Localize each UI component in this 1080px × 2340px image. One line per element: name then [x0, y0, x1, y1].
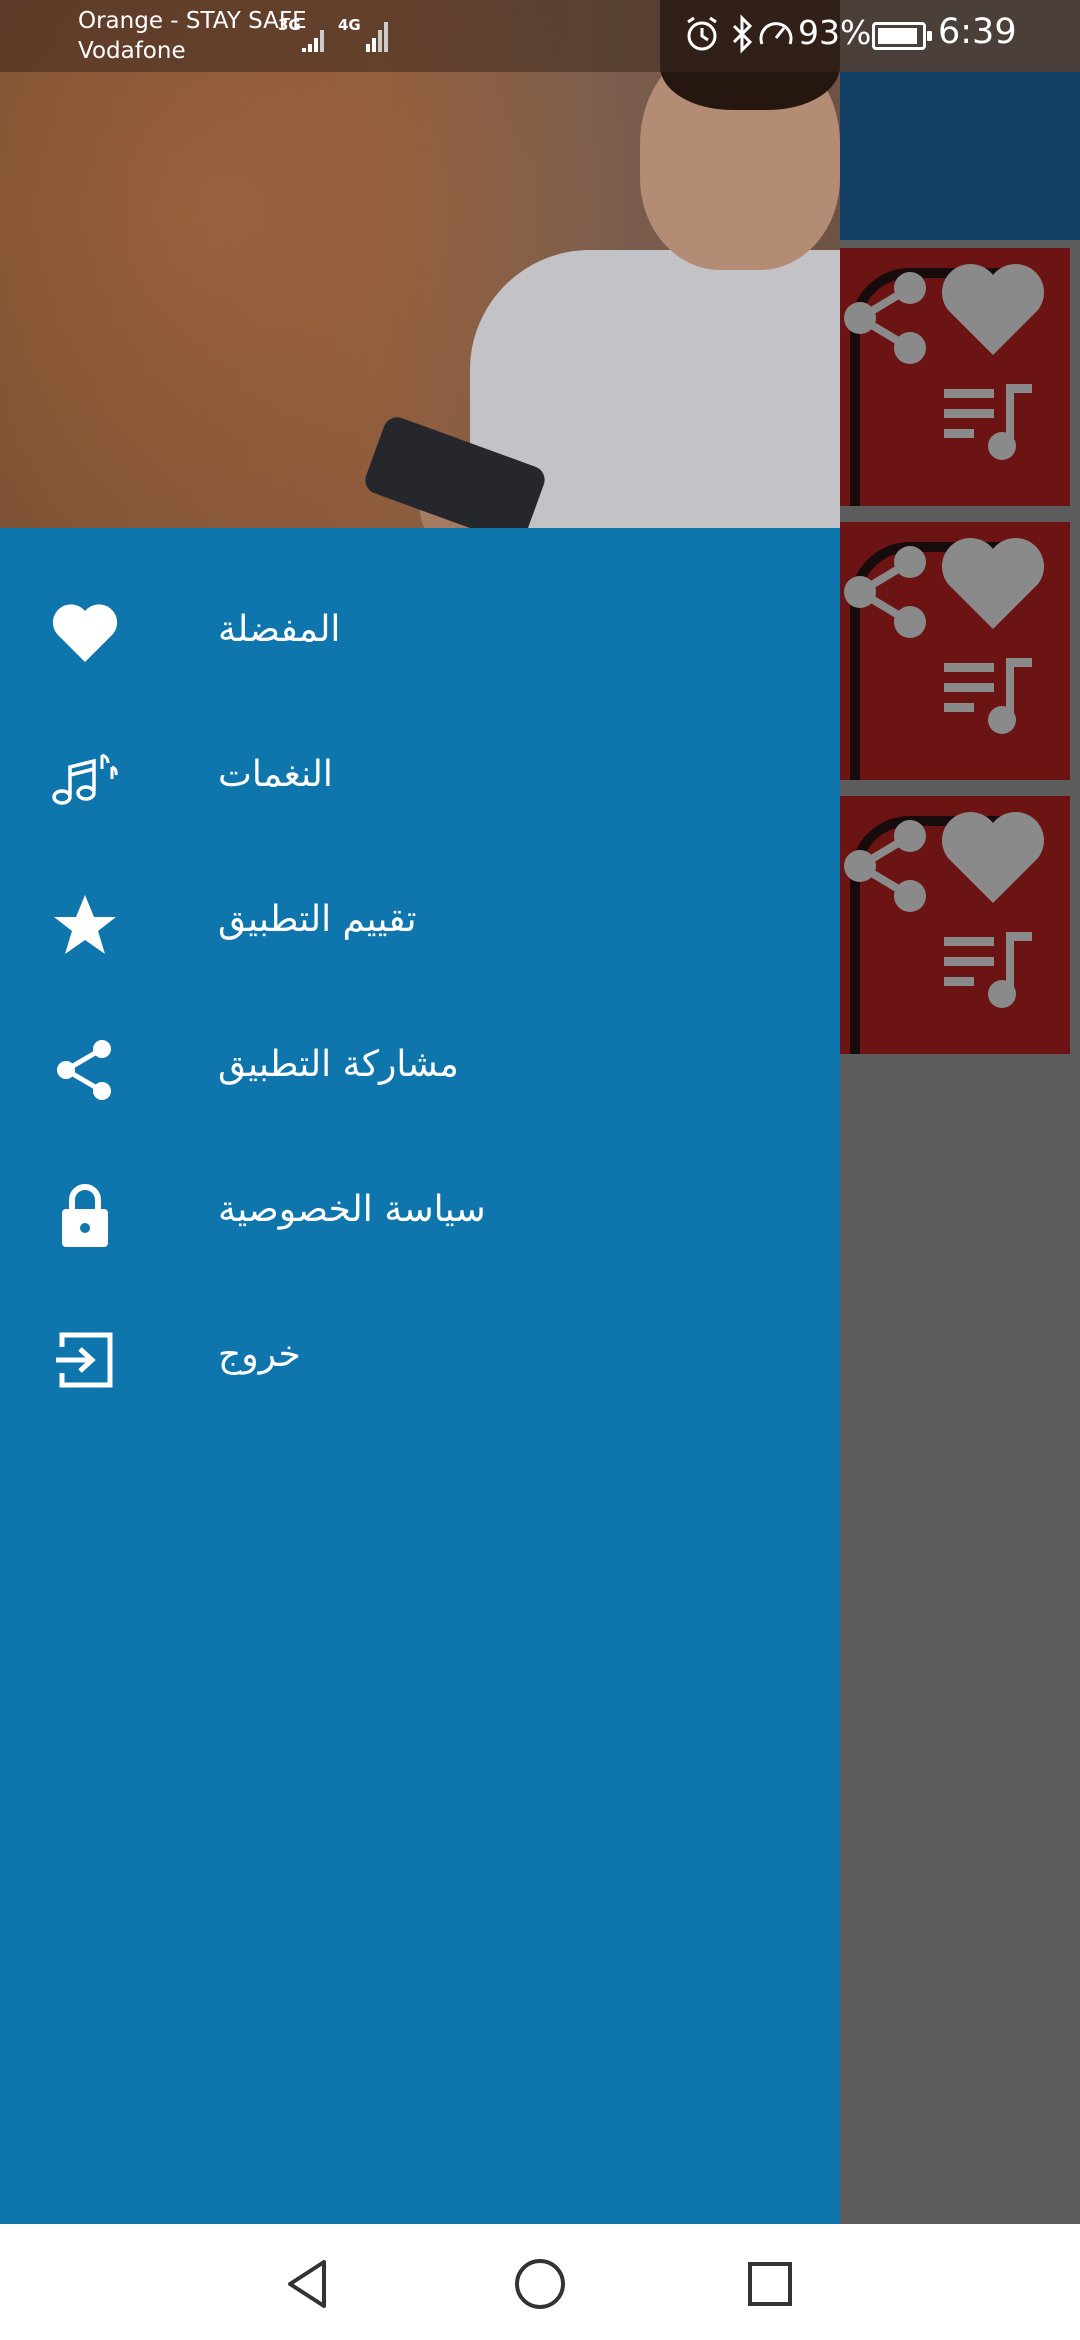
alarm-icon: [687, 16, 717, 51]
menu-label: النغمات: [218, 754, 333, 795]
clock: 6:39: [938, 12, 1017, 52]
back-icon: [288, 2260, 326, 2308]
navigation-drawer: المفضلة النغمات تقييم التطبيق مشاركة الت…: [0, 0, 840, 2224]
menu-item-privacy-policy[interactable]: سياسة الخصوصية: [0, 1140, 840, 1285]
share-icon: [50, 1035, 120, 1105]
home-icon: [515, 2259, 565, 2309]
exit-icon: [50, 1325, 120, 1395]
recents-button[interactable]: [740, 2254, 800, 2314]
menu-item-share-app[interactable]: مشاركة التطبيق: [0, 995, 840, 1140]
music-notes-icon: [50, 745, 120, 815]
menu-label: خروج: [218, 1334, 301, 1375]
recents-icon: [748, 2262, 792, 2306]
carrier-primary: Orange - STAY SAFE: [78, 8, 307, 34]
battery-level: [878, 28, 917, 44]
menu-item-ringtones[interactable]: النغمات: [0, 705, 840, 850]
back-button[interactable]: [280, 2254, 340, 2314]
menu-item-exit[interactable]: خروج: [0, 1285, 840, 1430]
lock-icon: [50, 1180, 120, 1250]
menu-label: سياسة الخصوصية: [218, 1189, 486, 1230]
menu-label: مشاركة التطبيق: [218, 1044, 459, 1085]
system-navigation-bar: [0, 2224, 1080, 2340]
drawer-menu: المفضلة النغمات تقييم التطبيق مشاركة الت…: [0, 560, 840, 1430]
data-saver-icon: [759, 22, 793, 45]
star-icon: [50, 890, 120, 960]
menu-label: المفضلة: [218, 609, 341, 650]
signal-icon: 3G: [278, 14, 324, 54]
carrier-secondary: Vodafone: [78, 38, 186, 64]
battery-charging-icon: [872, 22, 932, 50]
menu-item-favorites[interactable]: المفضلة: [0, 560, 840, 705]
battery-percentage: 93%: [798, 13, 872, 52]
signal-icon: 4G: [338, 14, 388, 54]
menu-label: تقييم التطبيق: [218, 899, 417, 940]
menu-item-rate-app[interactable]: تقييم التطبيق: [0, 850, 840, 995]
status-bar: Orange - STAY SAFE Vodafone 3G 4G 93% 6:…: [0, 0, 1080, 72]
drawer-header-image: [0, 0, 840, 528]
heart-icon: [50, 600, 120, 670]
home-button[interactable]: [510, 2254, 570, 2314]
